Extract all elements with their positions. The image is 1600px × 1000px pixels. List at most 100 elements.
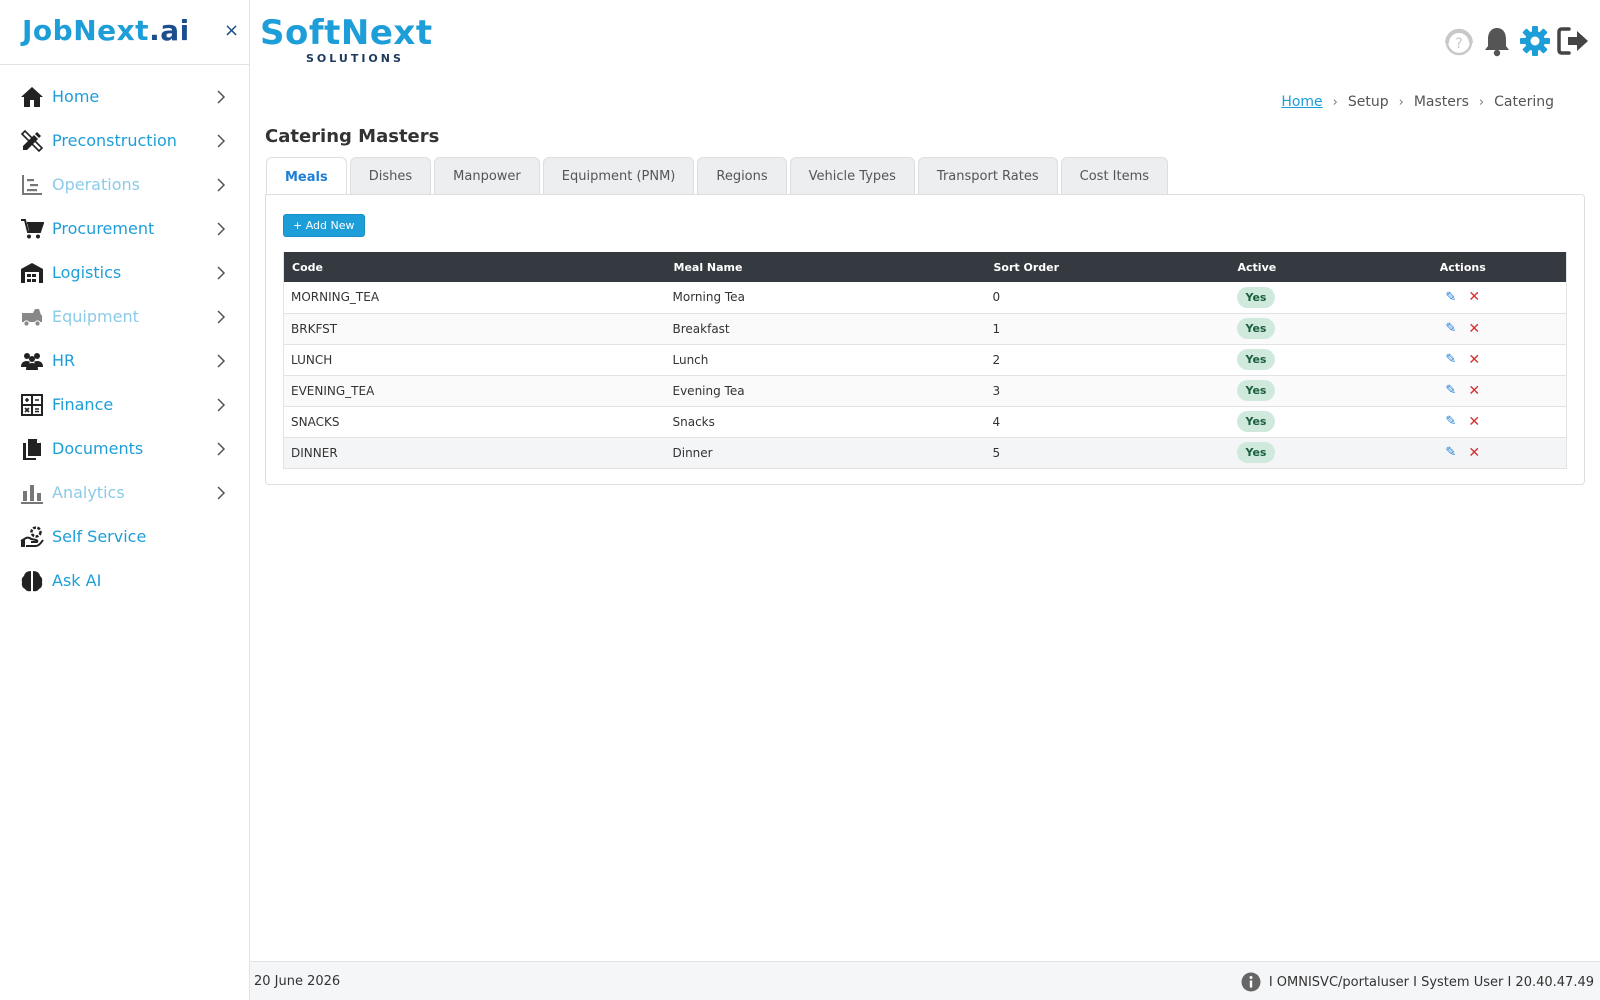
cell-sort-order: 5: [992, 445, 1001, 460]
cell-actions: ✎ ✕: [1360, 406, 1567, 437]
sidebar-item-label: Home: [52, 87, 100, 106]
delete-icon[interactable]: ✕: [1468, 289, 1480, 305]
edit-icon[interactable]: ✎: [1445, 321, 1456, 336]
status-badge: Yes: [1236, 318, 1276, 339]
sidebar-item-operations[interactable]: Operations: [0, 163, 249, 207]
cell-active: Yes: [1230, 375, 1360, 406]
sidebar-item-label: Finance: [52, 395, 114, 414]
cell-meal-name: Snacks: [672, 414, 715, 429]
cell-code: MORNING_TEA: [291, 290, 380, 305]
sidebar-item-preconstruction[interactable]: Preconstruction: [0, 119, 249, 163]
delete-icon[interactable]: ✕: [1468, 383, 1480, 399]
tab-cost-items[interactable]: Cost Items: [1060, 157, 1169, 195]
edit-icon[interactable]: ✎: [1445, 445, 1456, 460]
column-header-active: Active: [1237, 260, 1277, 274]
cell-active: Yes: [1230, 437, 1360, 468]
cell-meal-name: Dinner: [672, 445, 713, 460]
add-new-button[interactable]: + Add New: [283, 214, 365, 237]
notifications-button[interactable]: [1480, 24, 1514, 58]
tab-regions[interactable]: Regions: [697, 157, 787, 195]
sidebar-item-self-service[interactable]: Self Service: [0, 515, 249, 559]
tab-meals[interactable]: Meals: [266, 157, 347, 196]
table-row: MORNING_TEA Morning Tea 0 Yes ✎ ✕: [283, 282, 1567, 313]
sidebar-item-label: Self Service: [52, 527, 147, 546]
main-content: SoftNext SOLUTIONS ? Home › Setup › Masters ›…: [250, 0, 1600, 1000]
status-badge: Yes: [1236, 349, 1276, 370]
delete-icon[interactable]: ✕: [1468, 445, 1480, 461]
sidebar-item-hr[interactable]: HR: [0, 339, 249, 383]
tab-vehicle-types[interactable]: Vehicle Types: [789, 157, 915, 195]
sidebar-item-label: Ask AI: [52, 571, 102, 590]
brand-main: JobNext: [22, 14, 150, 47]
tab-dishes[interactable]: Dishes: [349, 157, 432, 195]
breadcrumb-separator: ›: [1478, 94, 1485, 110]
sidebar-item-finance[interactable]: Finance: [0, 383, 249, 427]
help-icon: ?: [1445, 28, 1473, 56]
tab-manpower[interactable]: Manpower: [434, 157, 540, 195]
column-header-sort-order[interactable]: Sort Order: [986, 252, 1230, 282]
sidebar-item-label: Analytics: [52, 483, 125, 502]
cell-actions: ✎ ✕: [1360, 344, 1567, 375]
cell-sort-order: 2: [992, 352, 1001, 367]
sidebar-item-label: Logistics: [52, 263, 122, 282]
brain-icon: [21, 571, 43, 592]
brand-suffix: .ai: [149, 14, 190, 47]
settings-button[interactable]: [1518, 24, 1552, 58]
breadcrumb-separator: ›: [1398, 94, 1404, 110]
edit-icon[interactable]: ✎: [1445, 414, 1456, 429]
edit-icon[interactable]: ✎: [1445, 352, 1456, 367]
chevron-right-icon: [217, 90, 226, 104]
meals-table: Code Meal Name Sort Order Active Actions…: [283, 252, 1567, 469]
cell-code: BRKFST: [291, 321, 338, 336]
breadcrumb-masters: Masters: [1413, 94, 1469, 110]
cell-actions: ✎ ✕: [1360, 375, 1567, 406]
sidebar-header: JobNext.ai ×: [0, 0, 249, 65]
cell-sort-order: 4: [992, 414, 1001, 429]
tab-transport-rates[interactable]: Transport Rates: [917, 157, 1058, 195]
cell-code: LUNCH: [291, 352, 333, 367]
footer-date: 20 June 2026: [254, 974, 341, 989]
sidebar-item-documents[interactable]: Documents: [0, 427, 249, 471]
cell-active: Yes: [1230, 313, 1360, 344]
sidebar-item-label: HR: [52, 351, 76, 370]
breadcrumb-home[interactable]: Home: [1281, 94, 1322, 110]
tab-equipment-pnm[interactable]: Equipment (PNM): [542, 157, 695, 195]
cell-meal-name: Morning Tea: [672, 290, 745, 305]
table-row: SNACKS Snacks 4 Yes ✎ ✕: [283, 406, 1567, 437]
edit-icon[interactable]: ✎: [1445, 383, 1456, 398]
warehouse-icon: [21, 263, 43, 283]
sidebar-item-equipment[interactable]: Equipment: [0, 295, 249, 339]
cell-meal-name: Evening Tea: [672, 383, 745, 398]
sidebar-item-ask-ai[interactable]: Ask AI: [0, 559, 249, 603]
edit-icon[interactable]: ✎: [1445, 290, 1456, 305]
table-row: EVENING_TEA Evening Tea 3 Yes ✎ ✕: [283, 375, 1567, 406]
sidebar-item-logistics[interactable]: Logistics: [0, 251, 249, 295]
cart-icon: [21, 219, 44, 239]
cell-actions: ✎ ✕: [1360, 282, 1567, 313]
bell-icon: [1485, 28, 1509, 57]
chevron-right-icon: [217, 266, 226, 280]
sidebar-item-procurement[interactable]: Procurement: [0, 207, 249, 251]
column-header-meal-name[interactable]: Meal Name: [666, 252, 986, 282]
sidebar-item-label: Operations: [52, 175, 140, 194]
breadcrumb-catering: Catering: [1494, 94, 1554, 110]
sidebar-close-button[interactable]: ×: [224, 20, 239, 41]
delete-icon[interactable]: ✕: [1468, 321, 1480, 337]
tab-panel-meals: + Add New Code Meal Name Sort Order Acti…: [265, 194, 1585, 485]
column-header-code[interactable]: Code: [284, 252, 666, 282]
footer: 20 June 2026 I OMNISVC/portaluser I Syst…: [250, 961, 1600, 1000]
cell-code: SNACKS: [291, 414, 340, 429]
sidebar-item-analytics[interactable]: Analytics: [0, 471, 249, 515]
cell-active: Yes: [1230, 344, 1360, 375]
delete-icon[interactable]: ✕: [1468, 414, 1480, 430]
sidebar-item-home[interactable]: Home: [0, 75, 249, 119]
chevron-right-icon: [217, 178, 226, 192]
info-icon[interactable]: [1241, 972, 1261, 992]
logout-button[interactable]: [1556, 24, 1590, 58]
brand-logo[interactable]: JobNext.ai: [22, 14, 190, 47]
sidebar-item-label: Preconstruction: [52, 131, 177, 150]
breadcrumb: Home › Setup › Masters › Catering: [1281, 94, 1554, 110]
help-button[interactable]: ?: [1442, 24, 1476, 58]
cell-sort-order: 1: [992, 321, 1001, 336]
delete-icon[interactable]: ✕: [1468, 352, 1480, 368]
